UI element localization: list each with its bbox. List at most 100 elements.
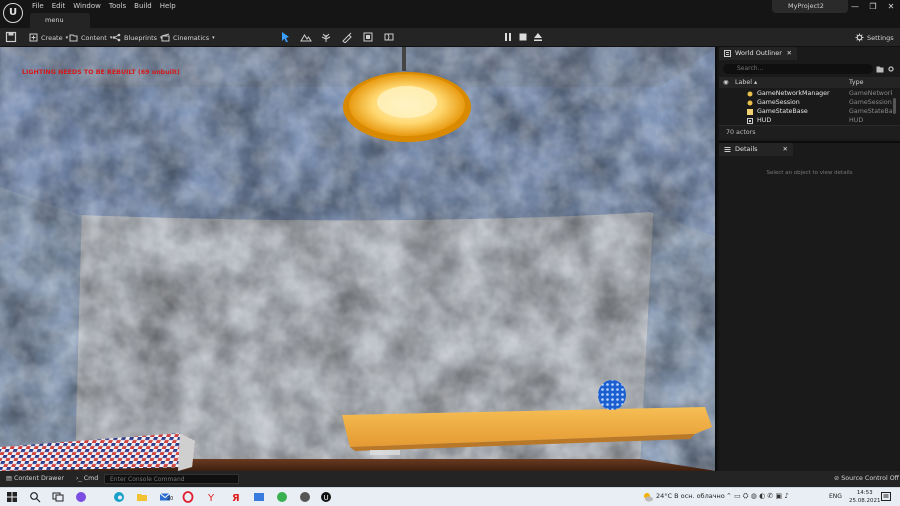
app-purple-icon[interactable]: [75, 491, 87, 503]
create-icon: [29, 33, 38, 42]
details-icon: [724, 147, 731, 152]
pause-icon[interactable]: [502, 31, 514, 43]
level-tab-label: menu: [45, 16, 64, 24]
save-icon[interactable]: [5, 31, 17, 43]
tab-label: Details: [735, 145, 758, 153]
blueprints-button[interactable]: Blueprints ▾: [112, 31, 163, 44]
yandex-icon[interactable]: Y: [205, 491, 217, 503]
clock[interactable]: 14:53 25.08.2021: [849, 489, 881, 505]
content-label: Content: [81, 33, 107, 42]
close-icon[interactable]: ✕: [783, 143, 788, 156]
eject-icon[interactable]: [532, 31, 544, 43]
add-folder-icon[interactable]: [876, 65, 884, 73]
menu-build[interactable]: Build: [132, 1, 158, 11]
details-empty-text: Select an object to view details: [766, 170, 853, 176]
column-type[interactable]: Type: [849, 77, 863, 88]
row-type: GameSession: [849, 99, 892, 106]
menu-bar: File Edit Window Tools Build Help: [30, 1, 182, 11]
unreal-logo-icon[interactable]: U: [3, 3, 23, 23]
stop-icon[interactable]: [517, 31, 529, 43]
tray-icons[interactable]: ⌃ ▭ ⛭ ◍ ◐ ✆ ▣ ♪: [726, 492, 789, 501]
app-green-icon[interactable]: [276, 491, 288, 503]
tab-label: World Outliner: [735, 49, 782, 57]
menu-edit[interactable]: Edit: [50, 1, 72, 11]
date: 25.08.2021: [849, 498, 881, 504]
windows-start-icon[interactable]: [6, 491, 18, 503]
file-explorer-icon[interactable]: [136, 491, 148, 503]
settings-label: Settings: [867, 33, 894, 42]
fracture-mode-icon[interactable]: [383, 31, 395, 43]
column-label[interactable]: Label ▴: [735, 77, 757, 88]
table-row[interactable]: GameSession GameSession: [719, 98, 892, 107]
actor-icon: [747, 108, 753, 115]
table-row[interactable]: GameStateBase GameStateBase: [719, 107, 892, 116]
gear-icon[interactable]: [887, 65, 895, 73]
row-name: GameNetworkManager: [757, 90, 830, 97]
content-drawer-button[interactable]: ▤ Content Drawer: [6, 471, 64, 487]
project-name: MyProject2: [772, 0, 848, 13]
unreal-editor-taskbar-icon[interactable]: U: [320, 491, 332, 503]
notifications-icon[interactable]: [880, 491, 892, 503]
row-name: HUD: [757, 117, 772, 124]
actor-icon: [747, 91, 753, 96]
app-blue-icon[interactable]: [253, 491, 265, 503]
actor-icon: [747, 100, 753, 105]
content-drawer-label: Content Drawer: [13, 475, 64, 482]
cmd-button[interactable]: ›_ Cmd: [76, 471, 98, 487]
time: 14:53: [856, 490, 873, 496]
weather-icon[interactable]: [642, 491, 654, 503]
mesh-paint-icon[interactable]: [341, 31, 353, 43]
menu-window[interactable]: Window: [71, 1, 107, 11]
menu-tools[interactable]: Tools: [107, 1, 132, 11]
menu-help[interactable]: Help: [158, 1, 182, 11]
outliner-scrollbar[interactable]: [893, 98, 896, 114]
minimize-button[interactable]: —: [846, 0, 864, 14]
actor-count: 70 actors: [719, 125, 900, 139]
close-window-button[interactable]: ✕: [882, 0, 900, 14]
yandex-browser-icon[interactable]: Я: [230, 491, 242, 503]
source-control-button[interactable]: ⊘ Source Control Off: [834, 471, 899, 487]
level-tab[interactable]: menu: [30, 13, 90, 28]
create-label: Create: [41, 33, 63, 42]
level-viewport[interactable]: LIGHTING NEEDS TO BE REBUILT (69 unbuilt…: [0, 47, 717, 471]
windows-taskbar: Y Я U 20 24°C В осн. облачно ⌃ ▭ ⛭ ◍ ◐ ✆…: [0, 487, 900, 506]
content-button[interactable]: Content ▾: [69, 31, 112, 44]
search-icon[interactable]: [29, 491, 41, 503]
task-view-icon[interactable]: [52, 491, 64, 503]
select-mode-icon[interactable]: [280, 31, 292, 43]
content-folder-icon: [69, 34, 78, 42]
settings-button[interactable]: Settings: [855, 31, 894, 44]
console-command-input[interactable]: [104, 474, 239, 484]
world-outliner-panel: World Outliner ✕ ◉ Label ▴ Type GameNetw…: [719, 47, 900, 141]
table-row[interactable]: GameNetworkManager GameNetworkM: [719, 89, 892, 98]
unreal-taskbar-icon[interactable]: [299, 491, 311, 503]
close-icon[interactable]: ✕: [787, 47, 792, 60]
outliner-header: ◉ Label ▴ Type: [719, 77, 900, 88]
hud-icon: [747, 117, 753, 124]
terminal-icon: ›_: [76, 475, 82, 482]
landscape-mode-icon[interactable]: [300, 31, 312, 43]
maximize-button[interactable]: ❐: [864, 0, 882, 14]
eye-icon[interactable]: ◉: [723, 77, 729, 88]
create-button[interactable]: Create ▾: [29, 31, 68, 44]
cmd-label: Cmd: [83, 475, 99, 482]
table-row[interactable]: HUD HUD: [719, 116, 892, 125]
outliner-search-input[interactable]: [723, 64, 873, 74]
foliage-mode-icon[interactable]: [320, 31, 332, 43]
weather-text[interactable]: 24°C В осн. облачно: [656, 492, 725, 500]
opera-icon[interactable]: [182, 491, 194, 503]
lighting-warning: LIGHTING NEEDS TO BE REBUILT (69 unbuilt…: [22, 69, 180, 76]
tab-world-outliner[interactable]: World Outliner ✕: [719, 47, 797, 60]
modeling-mode-icon[interactable]: [362, 31, 374, 43]
tab-details[interactable]: Details ✕: [719, 143, 793, 156]
svg-text:U: U: [324, 494, 329, 502]
language-indicator[interactable]: ENG: [829, 493, 842, 500]
menu-file[interactable]: File: [30, 1, 50, 11]
row-type: GameNetworkM: [849, 90, 892, 97]
gear-icon: [855, 33, 864, 42]
outliner-icon: [724, 50, 731, 57]
cinematics-button[interactable]: Cinematics ▾: [161, 31, 215, 44]
svg-text:Я: Я: [232, 493, 240, 503]
edge-browser-icon[interactable]: [113, 491, 125, 503]
mail-badge: 20: [167, 496, 174, 502]
